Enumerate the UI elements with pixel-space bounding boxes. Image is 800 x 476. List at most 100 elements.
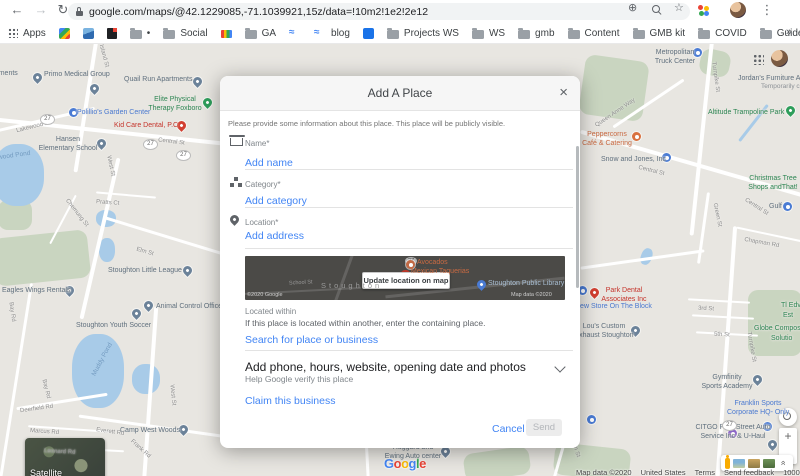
map-poi-label[interactable]: Franklin Sports Corporate HQ- Only	[727, 399, 789, 417]
map-poi-label[interactable]: Snow and Jones, Inc	[601, 155, 666, 164]
map-poi-label[interactable]: Solutio	[771, 334, 792, 343]
road-label: Green St	[711, 202, 723, 228]
collapse-icon[interactable]: »	[778, 460, 788, 465]
map-pin[interactable]	[784, 104, 797, 117]
map-poi-label[interactable]: Tl Edv	[781, 301, 800, 310]
map-pin[interactable]	[201, 96, 214, 109]
attribution[interactable]: Map data ©2020 United States Terms Send fee…	[576, 468, 800, 476]
bookmark-item[interactable]: GA	[244, 27, 276, 39]
map-pin[interactable]	[587, 415, 596, 424]
road-label: 3rd St	[697, 305, 715, 313]
bookmark-item[interactable]: Apps	[8, 28, 46, 39]
claim-business-link[interactable]: Claim this business	[245, 395, 335, 407]
send-button[interactable]: Send	[526, 419, 562, 436]
map-poi-label[interactable]: Jordan's Furniture A	[738, 74, 800, 83]
bookmark-item[interactable]: Projects WS	[386, 27, 459, 39]
imagery-thumbnail[interactable]	[763, 458, 775, 468]
map-poi-label[interactable]: Gymfinity Sports Academy	[700, 373, 754, 391]
map-poi-label[interactable]: Gulf	[769, 202, 782, 211]
map-poi-label[interactable]: Eagles Wings Rentals	[2, 286, 70, 295]
dialog-scrollbar[interactable]	[576, 146, 579, 288]
imagery-thumbnail[interactable]	[733, 458, 745, 468]
bookmark-item[interactable]	[82, 27, 94, 39]
category-icon	[230, 177, 238, 187]
map-poi-label[interactable]: Peppercorns Café & Catering	[582, 130, 632, 148]
bookmarks-overflow-icon[interactable]: »	[786, 26, 792, 38]
zoom-in-button[interactable]: +	[779, 428, 797, 445]
name-field[interactable]: Add name	[245, 157, 293, 169]
map-poi-label[interactable]: Quail Run Apartments	[124, 75, 192, 84]
bookmark-label: Social	[180, 27, 208, 39]
map-pin[interactable]	[31, 71, 44, 84]
url-bar[interactable]: google.com/maps/@42.1229085,-71.1039921,…	[68, 3, 690, 20]
dialog-description: Please provide some information about th…	[228, 119, 506, 128]
bookmark-item[interactable]	[362, 27, 374, 39]
star-icon[interactable]: ☆	[674, 1, 684, 14]
preview-label: Avocados	[417, 259, 448, 266]
bookmark-item[interactable]: ≈	[289, 28, 301, 38]
bookmark-item[interactable]: •	[129, 27, 150, 39]
road-label: Central St	[637, 164, 666, 178]
map-poi-label[interactable]: Polillio's Garden Center	[77, 108, 150, 117]
bookmark-item[interactable]: Social	[163, 27, 208, 39]
bookmark-item[interactable]: ≈ blog	[314, 28, 350, 39]
close-icon[interactable]: ×	[559, 84, 568, 102]
map-poi-label[interactable]: Camp West Woods	[120, 426, 180, 435]
attribution-item[interactable]: United States	[641, 468, 686, 476]
bookmark-item[interactable]	[58, 27, 70, 39]
bookmark-item[interactable]: GMB kit	[632, 27, 685, 39]
menu-icon[interactable]: ⋮	[758, 2, 776, 18]
attribution-item[interactable]: Map data ©2020	[576, 468, 632, 476]
bookmark-item[interactable]: WS	[471, 27, 505, 39]
map-poi-label[interactable]: Kid Care Dental, P.C	[114, 121, 178, 130]
search-place-link[interactable]: Search for place or business	[245, 334, 378, 346]
map-poi-label[interactable]: Stoughton Youth Soccer	[76, 321, 151, 330]
map-pin[interactable]	[783, 202, 792, 211]
cancel-button[interactable]: Cancel	[492, 423, 525, 435]
back-button[interactable]: ←	[8, 2, 26, 17]
attribution-item[interactable]: Terms	[695, 468, 715, 476]
expander-title[interactable]: Add phone, hours, website, opening date …	[245, 360, 526, 374]
map-poi-label[interactable]: Metropolitan Truck Center	[652, 48, 698, 66]
extensions-icon[interactable]	[698, 5, 710, 17]
zoom-search-icon[interactable]	[652, 5, 660, 13]
pegman-icon[interactable]	[725, 454, 730, 469]
map-poi-label[interactable]: Globe Composit	[754, 324, 800, 333]
dialog-title: Add A Place	[367, 86, 433, 100]
profile-avatar[interactable]	[730, 2, 746, 18]
satellite-label: Satellite	[30, 468, 63, 476]
chevron-down-icon[interactable]	[554, 361, 566, 373]
maps-profile-avatar[interactable]	[771, 50, 788, 67]
road-label: Central St	[743, 197, 770, 217]
forward-button[interactable]: →	[32, 2, 50, 17]
map-pin[interactable]	[191, 75, 204, 88]
plus-circle-icon[interactable]: ⊕	[628, 1, 637, 14]
category-field[interactable]: Add category	[245, 195, 307, 207]
bookmark-item[interactable]: Guides	[759, 27, 800, 39]
map-poi-label[interactable]: Stoughton Little League	[108, 266, 182, 275]
bookmark-item[interactable]	[220, 29, 232, 38]
map-pin[interactable]	[130, 307, 143, 320]
preview-label: Map data ©2020	[511, 292, 552, 298]
bookmark-item[interactable]	[106, 27, 117, 39]
map-pin[interactable]	[181, 264, 194, 277]
location-field[interactable]: Add address	[245, 230, 304, 242]
map-poi-label[interactable]: Apartments	[0, 69, 18, 78]
map-poi-label[interactable]: Est	[783, 311, 793, 320]
attribution-item[interactable]: Send feedback	[724, 468, 774, 476]
map-pin[interactable]	[632, 132, 641, 141]
google-apps-grid-icon[interactable]	[753, 54, 764, 65]
bookmark-item[interactable]: gmb	[518, 27, 555, 39]
map-poi-label[interactable]: Hansen Elementary School	[38, 135, 98, 153]
map-poi-label[interactable]: Elite Physical Therapy Foxboro	[148, 95, 202, 113]
bookmark-item[interactable]: COVID	[698, 27, 747, 39]
bookmark-item[interactable]: Content	[567, 27, 620, 39]
map-poi-label[interactable]: Christmas Tree Shops andThat!	[744, 174, 800, 192]
satellite-toggle[interactable]: Satellite	[25, 438, 105, 476]
map-poi-label[interactable]: Primo Medical Group	[44, 70, 110, 79]
attribution-item[interactable]: 1000 ft	[783, 468, 800, 476]
imagery-thumbnail[interactable]	[748, 458, 760, 468]
map-poi-label[interactable]: Altitude Trampoline Park	[708, 108, 784, 117]
map-poi-label[interactable]: Animal Control Office...	[156, 302, 228, 311]
map-poi-label[interactable]: New Store On The Block	[575, 302, 652, 311]
